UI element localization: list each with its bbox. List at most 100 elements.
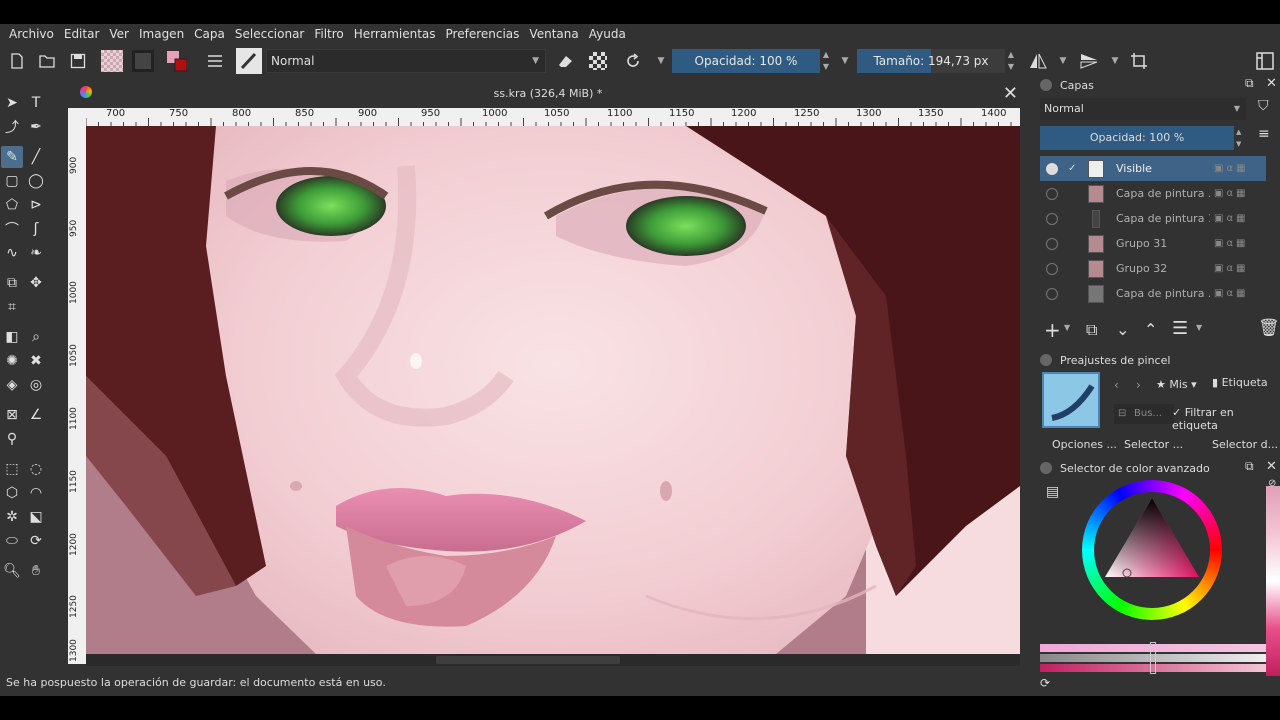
menu-ventana[interactable]: Ventana — [524, 27, 583, 41]
menu-filtro[interactable]: Filtro — [309, 27, 348, 41]
menu-imagen[interactable]: Imagen — [134, 27, 189, 41]
brush-settings-icon[interactable] — [204, 50, 226, 72]
chevron-left-icon[interactable]: ‹ — [1114, 378, 1119, 392]
rect-select-icon[interactable]: ⬚ — [1, 458, 23, 480]
fill-tool-icon[interactable]: ◈ — [1, 374, 23, 396]
delete-layer-icon[interactable]: 🗑︎ — [1258, 318, 1280, 338]
chevron-down-icon[interactable]: ▼ — [834, 50, 856, 72]
reference-tool-icon[interactable]: ⚲ — [1, 428, 23, 450]
tab-selector-1[interactable]: Selector ... — [1124, 438, 1183, 451]
freehand-path-icon[interactable]: ʃ — [25, 218, 47, 240]
close-icon[interactable]: ✕ — [1266, 76, 1277, 91]
select-shapes-icon[interactable]: ➤ — [1, 92, 23, 114]
menu-editar[interactable]: Editar — [59, 27, 105, 41]
menu-seleccionar[interactable]: Seleccionar — [230, 27, 309, 41]
eraser-icon[interactable] — [554, 50, 576, 72]
layer-properties-icon[interactable]: ☰ — [1172, 318, 1188, 339]
gradient-swatch[interactable] — [101, 50, 123, 72]
polyline-tool-icon[interactable]: ⊳ — [25, 194, 47, 216]
chevron-down-icon[interactable]: ▼ — [1064, 323, 1070, 332]
move-tool-icon[interactable]: ✥ — [25, 272, 47, 294]
hue-ring[interactable] — [1082, 480, 1222, 620]
eye-icon[interactable] — [1046, 187, 1058, 200]
move-layer-down-icon[interactable]: ⌄ — [1116, 320, 1129, 339]
color-history-strip[interactable] — [1266, 486, 1280, 676]
ellipse-tool-icon[interactable]: ◯ — [25, 170, 47, 192]
menu-preferencias[interactable]: Preferencias — [441, 27, 525, 41]
color-triangle[interactable] — [1082, 480, 1222, 620]
layer-row[interactable]: Grupo 31 ▣α▦ — [1040, 231, 1266, 256]
chevron-right-icon[interactable]: › — [1136, 378, 1141, 392]
eye-icon[interactable] — [1046, 212, 1058, 225]
layer-lock-icons[interactable]: ▣α▦ — [1214, 213, 1249, 224]
document-tab[interactable]: ss.kra (326,4 MiB) * ✕ — [68, 80, 1028, 108]
opacity-spinner[interactable]: ▲ ▼ — [820, 49, 832, 73]
add-layer-icon[interactable]: + — [1044, 318, 1061, 342]
eye-icon[interactable] — [1046, 262, 1058, 275]
checkbox-icon[interactable]: ✓ — [1068, 163, 1076, 174]
zoom-tool-icon[interactable]: 🔍︎ — [1, 560, 23, 582]
layer-row[interactable]: Capa de pintura 1 ▣α▦ — [1040, 206, 1266, 231]
opacity-slider[interactable]: Opacidad: 100 % — [672, 49, 820, 73]
chevron-down-icon[interactable]: ▼ — [1196, 323, 1202, 332]
lock-docker-icon[interactable] — [1040, 354, 1052, 366]
open-folder-icon[interactable] — [36, 50, 58, 72]
lock-docker-icon[interactable] — [1040, 462, 1052, 474]
brush-preset-thumbnail[interactable] — [1042, 372, 1100, 428]
layer-lock-icons[interactable]: ▣α▦ — [1214, 188, 1249, 199]
dynamic-brush-icon[interactable]: ∿ — [1, 242, 23, 264]
drawing-canvas[interactable] — [86, 126, 1020, 654]
line-tool-icon[interactable]: ╱ — [25, 146, 47, 168]
horizontal-ruler[interactable]: 700 750 800 850 900 950 1000 1050 1100 1… — [86, 108, 1020, 126]
polygon-tool-icon[interactable]: ⬠ — [1, 194, 23, 216]
refresh-icon[interactable]: ⟳ — [1040, 676, 1050, 690]
move-layer-up-icon[interactable]: ⌃ — [1144, 320, 1157, 339]
float-docker-icon[interactable]: ⧉ — [1245, 76, 1254, 91]
new-document-icon[interactable] — [6, 50, 28, 72]
menu-icon[interactable]: ≡ — [1258, 126, 1270, 142]
bezier-tool-icon[interactable]: ⌒ — [1, 218, 23, 240]
text-tool-icon[interactable]: T — [25, 92, 47, 114]
bezier-select-icon[interactable]: ⬭ — [1, 530, 23, 552]
colorize-mask-icon[interactable]: ✖ — [25, 350, 47, 372]
eye-icon[interactable] — [1046, 162, 1058, 175]
calligraphy-icon[interactable]: ✒ — [25, 116, 47, 138]
mirror-vertical-icon[interactable] — [1078, 50, 1100, 72]
horizontal-scrollbar[interactable] — [86, 654, 1020, 666]
wrap-around-icon[interactable] — [1128, 50, 1150, 72]
polygon-select-icon[interactable]: ⬡ — [1, 482, 23, 504]
fg-bg-color-icon[interactable] — [165, 50, 187, 72]
filter-in-tag-checkbox[interactable]: ✓ Filtrar en etiqueta — [1172, 406, 1280, 432]
menu-ver[interactable]: Ver — [104, 27, 134, 41]
clear-history-icon[interactable]: ⊘ — [1268, 478, 1276, 489]
brush-preset-icon[interactable] — [236, 48, 262, 74]
freehand-select-icon[interactable]: ◠ — [25, 482, 47, 504]
assistant-tool-icon[interactable]: ⊠ — [1, 404, 23, 426]
chevron-down-icon[interactable]: ▼ — [1052, 50, 1074, 72]
size-spinner[interactable]: ▲ ▼ — [1005, 49, 1017, 73]
workspace-icon[interactable] — [1254, 50, 1276, 72]
menu-archivo[interactable]: Archivo — [4, 27, 59, 41]
save-icon[interactable] — [67, 50, 89, 72]
tag-button[interactable]: ▮ Etiqueta — [1212, 376, 1268, 389]
edit-shapes-icon[interactable]: ⤴ — [1, 116, 23, 138]
tag-filter-select[interactable]: ★ Mis ▾ — [1156, 378, 1197, 391]
gradient-tool-icon[interactable]: ◧ — [1, 326, 23, 348]
enclose-fill-icon[interactable]: ◎ — [25, 374, 47, 396]
lock-docker-icon[interactable] — [1040, 79, 1052, 91]
layer-row[interactable]: Capa de pintura ... ▣α▦ — [1040, 281, 1266, 306]
chevron-down-icon[interactable]: ▼ — [1104, 50, 1126, 72]
layer-opacity-spinner[interactable]: ▲ ▼ — [1236, 126, 1246, 150]
alpha-lock-icon[interactable] — [589, 52, 607, 70]
magnetic-select-icon[interactable]: ⟳ — [25, 530, 47, 552]
color-slider-handle[interactable] — [1150, 642, 1156, 674]
tab-tool-options[interactable]: Opciones ... — [1052, 438, 1117, 451]
reload-preset-icon[interactable] — [622, 50, 644, 72]
size-slider[interactable]: Tamaño: 194,73 px — [857, 49, 1005, 73]
ellipse-select-icon[interactable]: ◌ — [25, 458, 47, 480]
measure-tool-icon[interactable]: ∠ — [25, 404, 47, 426]
crop-tool-icon[interactable]: ⌗ — [1, 296, 23, 318]
layer-row[interactable]: Grupo 32 ▣α▦ — [1040, 256, 1266, 281]
layer-blend-select[interactable]: Normal ▼ — [1040, 98, 1246, 120]
rectangle-tool-icon[interactable]: ▢ — [1, 170, 23, 192]
